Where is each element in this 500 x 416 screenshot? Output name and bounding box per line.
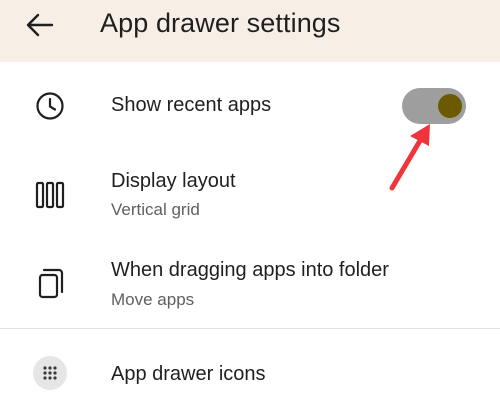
clock-icon: [36, 92, 64, 120]
app-bar: App drawer settings: [0, 0, 500, 62]
section-divider: [0, 328, 500, 329]
copy-icon: [38, 268, 64, 299]
setting-title-app-drawer-icons: App drawer icons: [111, 363, 266, 385]
toggle-knob: [438, 94, 462, 118]
app-drawer-settings-screen: App drawer settings Show recent apps Dis…: [0, 0, 500, 416]
setting-title-display-layout: Display layout: [111, 170, 236, 192]
columns-icon: [35, 181, 65, 209]
setting-title-show-recent-apps: Show recent apps: [111, 94, 272, 116]
setting-subtitle-display-layout: Vertical grid: [111, 200, 200, 219]
setting-subtitle-dragging-apps: Move apps: [111, 290, 195, 309]
back-arrow-icon[interactable]: [24, 9, 56, 41]
setting-title-dragging-apps: When dragging apps into folder: [111, 259, 389, 281]
setting-row-display-layout[interactable]: [0, 158, 500, 232]
dots-grid-icon: [33, 356, 67, 390]
show-recent-apps-toggle[interactable]: [402, 88, 466, 124]
page-title: App drawer settings: [100, 8, 341, 38]
